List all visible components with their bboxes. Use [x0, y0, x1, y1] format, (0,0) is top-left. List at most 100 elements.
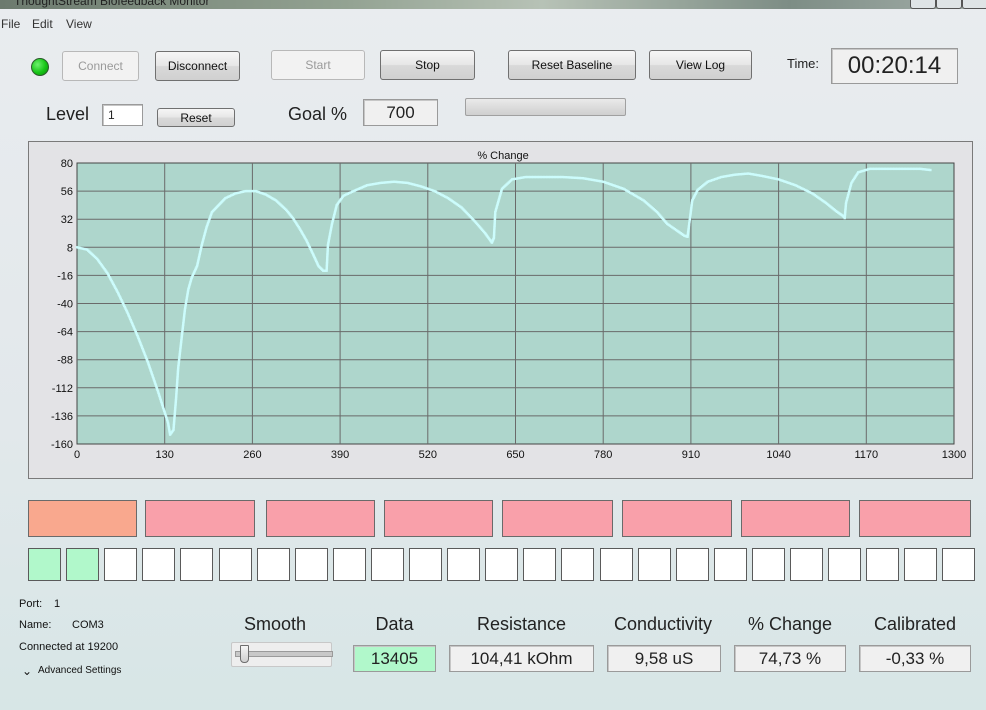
y-tick-label: 8: [67, 242, 73, 254]
progress-square: [257, 548, 290, 581]
progress-square: [180, 548, 213, 581]
progress-square: [866, 548, 899, 581]
y-tick-label: 80: [61, 158, 73, 170]
y-tick-label: -136: [51, 411, 73, 423]
minimize-button[interactable]: [910, 0, 936, 9]
percent-change-value: 74,73 %: [734, 645, 846, 672]
x-tick-label: 390: [331, 449, 349, 461]
progress-square: [295, 548, 328, 581]
goal-bar: [859, 500, 971, 537]
x-tick-label: 260: [243, 449, 261, 461]
title-bar: ThoughtStream Biofeedback Monitor: [0, 0, 986, 9]
progress-square: [142, 548, 175, 581]
goal-bar: [502, 500, 613, 537]
goal-bar: [145, 500, 255, 537]
goal-progress-bar: [465, 98, 626, 116]
maximize-button[interactable]: [936, 0, 962, 9]
y-tick-label: 56: [61, 186, 73, 198]
smooth-slider-thumb[interactable]: [240, 645, 249, 663]
advanced-settings-link[interactable]: Advanced Settings: [38, 665, 121, 676]
window-title: ThoughtStream Biofeedback Monitor: [14, 0, 210, 8]
progress-square: [371, 548, 404, 581]
progress-square: [600, 548, 633, 581]
x-tick-label: 1170: [854, 449, 878, 461]
calibrated-value: -0,33 %: [859, 645, 971, 672]
view-log-button[interactable]: View Log: [649, 50, 752, 80]
time-label: Time:: [787, 56, 820, 71]
resistance-label: Resistance: [476, 614, 567, 634]
reset-baseline-button[interactable]: Reset Baseline: [508, 50, 636, 80]
y-tick-label: -40: [57, 299, 73, 311]
connect-button[interactable]: Connect: [62, 51, 139, 81]
progress-square: [447, 548, 480, 581]
start-button[interactable]: Start: [271, 50, 365, 80]
goal-input[interactable]: 700: [363, 99, 438, 126]
calibrated-label: Calibrated: [873, 614, 957, 634]
window-controls: [900, 0, 986, 9]
stop-button[interactable]: Stop: [380, 50, 475, 80]
menu-view[interactable]: View: [66, 17, 92, 31]
level-reset-button[interactable]: Reset: [157, 108, 235, 127]
x-axis-ticks: 0 130 260 390 520 650 780 910 1040 1170 1300: [74, 449, 966, 461]
smooth-slider-track: [235, 651, 333, 657]
percent-change-chart: % Change 0 130 260 390 520 650 780 910 1040 1170 1…: [28, 141, 973, 479]
percent-change-label: % Change: [747, 614, 833, 634]
progress-square: [828, 548, 861, 581]
goal-bar: [384, 500, 493, 537]
disconnect-button[interactable]: Disconnect: [155, 51, 240, 81]
goal-bar: [741, 500, 850, 537]
progress-square: [523, 548, 556, 581]
x-tick-label: 910: [682, 449, 700, 461]
x-tick-label: 780: [594, 449, 612, 461]
y-tick-label: -88: [57, 355, 73, 367]
close-button[interactable]: [962, 0, 986, 9]
level-label: Level: [46, 104, 90, 124]
goal-label: Goal %: [288, 104, 348, 124]
chart-title: % Change: [477, 150, 528, 162]
y-tick-label: -160: [51, 439, 73, 451]
x-tick-label: 130: [156, 449, 174, 461]
name-value: COM3: [72, 619, 104, 631]
progress-square: [676, 548, 709, 581]
menu-file[interactable]: File: [1, 17, 20, 31]
progress-square: [561, 548, 594, 581]
time-display: 00:20:14: [831, 48, 958, 84]
goal-bar: [266, 500, 375, 537]
data-value: 13405: [353, 645, 436, 672]
progress-square: [752, 548, 785, 581]
x-tick-label: 650: [506, 449, 524, 461]
chevron-down-icon[interactable]: ⌄: [22, 664, 32, 678]
x-tick-label: 1040: [766, 449, 790, 461]
x-tick-label: 1300: [942, 449, 966, 461]
y-tick-label: -16: [57, 270, 73, 282]
chart-svg: % Change 0 130 260 390 520 650 780 910 1040 1170 1…: [51, 150, 966, 461]
progress-square: [714, 548, 747, 581]
resistance-value: 104,41 kOhm: [449, 645, 594, 672]
menu-edit[interactable]: Edit: [32, 17, 53, 31]
connection-status-led-icon: [31, 58, 49, 76]
data-point: [929, 168, 932, 172]
name-label: Name:: [19, 619, 52, 631]
y-axis-ticks: 80 56 32 8 -16 -40 -64 -88 -112 -136 -160: [51, 158, 73, 451]
goal-bar: [28, 500, 137, 537]
progress-square: [28, 548, 61, 581]
connection-status: Connected at 19200: [19, 641, 119, 653]
conductivity-value: 9,58 uS: [607, 645, 721, 672]
progress-square: [219, 548, 252, 581]
y-tick-label: -64: [57, 327, 73, 339]
progress-square: [104, 548, 137, 581]
level-input[interactable]: 1: [102, 104, 143, 126]
progress-square: [942, 548, 975, 581]
progress-square: [409, 548, 442, 581]
port-value: 1: [54, 598, 61, 610]
x-tick-label: 0: [74, 449, 80, 461]
data-label: Data: [375, 614, 414, 634]
port-label: Port:: [19, 598, 43, 610]
goal-bar: [622, 500, 732, 537]
progress-square: [790, 548, 823, 581]
x-tick-label: 520: [419, 449, 437, 461]
y-tick-label: -112: [52, 383, 73, 395]
conductivity-label: Conductivity: [613, 614, 713, 634]
progress-square: [485, 548, 518, 581]
smooth-label: Smooth: [243, 614, 307, 634]
